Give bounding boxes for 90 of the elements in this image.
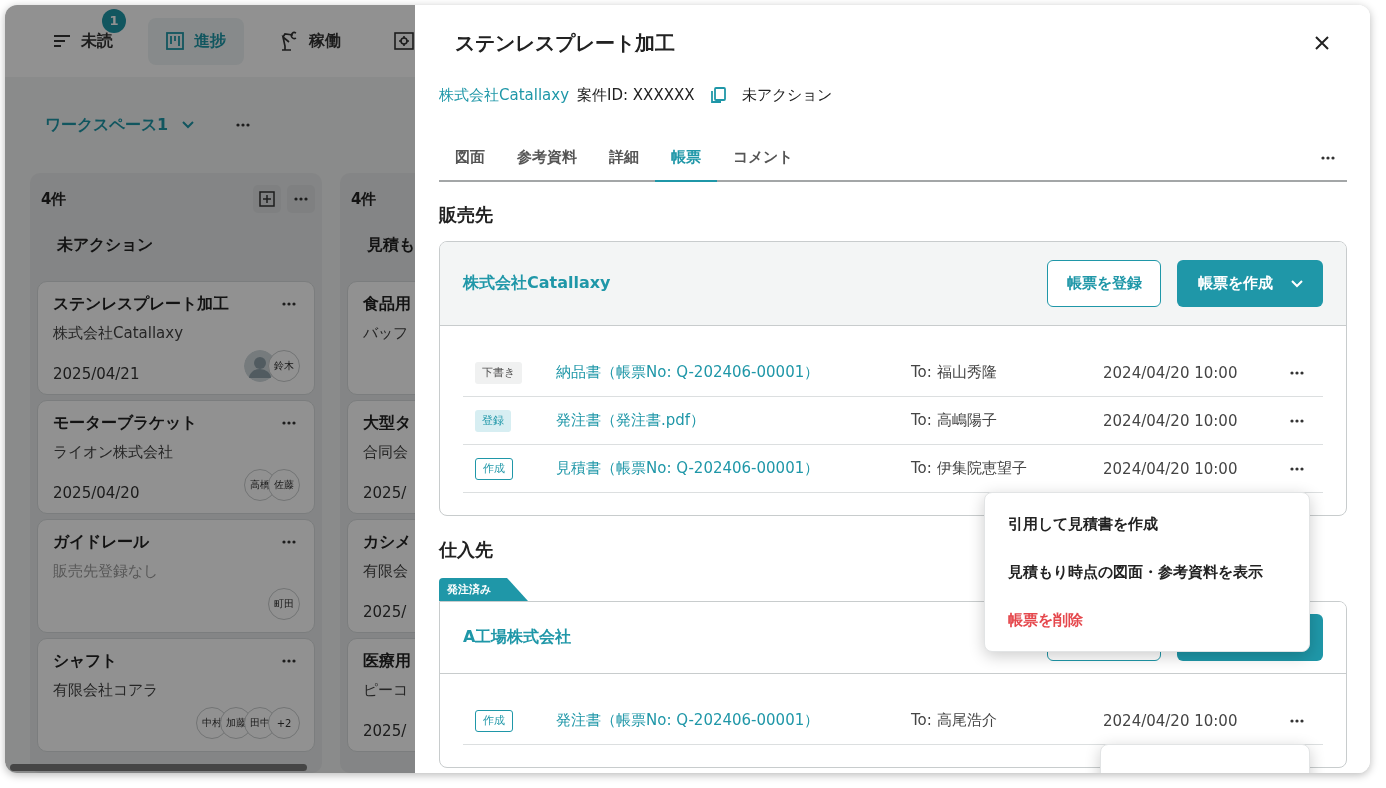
more-icon: [1290, 718, 1304, 723]
project-card[interactable]: モーターブラケット ライオン株式会社 2025/04/20 高橋 佐藤: [37, 400, 315, 514]
card-title: モーターブラケット: [53, 412, 197, 434]
document-date: 2024/04/20 10:00: [1103, 459, 1239, 478]
menu-item[interactable]: 帳票を削除: [985, 596, 1309, 644]
customer-name: 有限会社コアラ: [53, 679, 159, 701]
card-title: シャフト: [53, 650, 117, 672]
card-title: 大型タ: [363, 412, 411, 434]
close-icon: [1315, 36, 1329, 50]
tab[interactable]: 詳細: [593, 135, 655, 182]
more-icon: [294, 197, 308, 201]
more-icon: [282, 302, 296, 306]
due-date: 2025/: [363, 602, 407, 622]
project-card[interactable]: ステンレスプレート加工 株式会社Catallaxy 2025/04/21 鈴木: [37, 281, 315, 395]
tab[interactable]: 図面: [439, 135, 501, 182]
company-name: A工場株式会社: [463, 627, 573, 648]
card-count: 4件: [41, 189, 68, 209]
more-icon: [236, 123, 251, 127]
document-date: 2024/04/20 10:00: [1103, 363, 1239, 382]
board-icon: [166, 32, 184, 50]
avatar: 鈴木: [268, 350, 300, 382]
recipient: To: 伊集院恵望子: [911, 459, 1028, 478]
document-link[interactable]: 納品書（帳票No: Q-202406-00001）: [556, 363, 911, 382]
company-link[interactable]: 株式会社Catallaxy: [439, 85, 570, 105]
add-icon: [259, 191, 275, 207]
card-title: カシメ: [363, 531, 411, 553]
recipient: To: 高尾浩介: [911, 711, 998, 730]
more-icon: [282, 421, 296, 425]
register-button[interactable]: 帳票を登録: [1047, 260, 1161, 307]
avatar: 町田: [268, 588, 300, 620]
more-icon: [1290, 418, 1304, 423]
more-icon: [282, 659, 296, 663]
tab[interactable]: コメント: [717, 135, 809, 182]
status-ribbon: 発注済み: [439, 578, 528, 601]
customer-name: 有限会: [363, 560, 409, 582]
more-icon: [282, 540, 296, 544]
nav-tab[interactable]: 稼働: [261, 17, 359, 65]
document-link[interactable]: 発注書（発注書.pdf）: [556, 411, 911, 430]
document-tag: 作成: [475, 457, 513, 480]
chevron-down-icon: [1290, 279, 1303, 288]
more-icon: [1290, 466, 1304, 471]
section-title: 仕入先: [439, 538, 494, 562]
column-title: 未アクション: [56, 233, 154, 256]
document-tag: 作成: [475, 709, 513, 732]
document-tag: 登録: [475, 409, 511, 432]
scrollbar[interactable]: [10, 764, 307, 771]
due-date: 2025/: [363, 721, 407, 741]
document-link[interactable]: 見積書（帳票No: Q-202406-00001）: [556, 459, 911, 478]
customer-name: ライオン株式会社: [53, 441, 174, 463]
card-title: 食品用: [363, 293, 411, 315]
customer-name: 合同会: [363, 441, 409, 463]
add-button[interactable]: [253, 185, 281, 213]
customer-name: バッフ: [363, 322, 409, 344]
document-date: 2024/04/20 10:00: [1103, 711, 1239, 730]
card-title: 医療用: [363, 650, 411, 672]
recipient: To: 高嶋陽子: [911, 411, 998, 430]
document-tag: 下書き: [475, 361, 522, 384]
card-title: ステンレスプレート加工: [53, 293, 229, 315]
customer-name: ピーコ: [363, 679, 409, 701]
company-name: 株式会社Catallaxy: [463, 273, 612, 294]
customer-name: 株式会社Catallaxy: [53, 322, 185, 344]
avatar: 佐藤: [268, 469, 300, 501]
project-card[interactable]: シャフト 有限会社コアラ 中村 加藤 田中 +2: [37, 638, 315, 752]
gear-icon: [394, 32, 414, 50]
avatar: +2: [268, 707, 300, 739]
due-date: 2025/04/20: [53, 483, 140, 503]
due-date: 2025/: [363, 483, 407, 503]
chevron-down-icon: [182, 121, 195, 129]
document-date: 2024/04/20 10:00: [1103, 411, 1239, 430]
menu-item[interactable]: 見積もり時点の図面・参考資料を表示: [985, 548, 1309, 596]
drawer-title: ステンレスプレート加工: [455, 29, 675, 57]
card-title: ガイドレール: [53, 531, 149, 553]
robot-arm-icon: [279, 31, 299, 51]
column-title: 見積も: [366, 233, 416, 256]
tab[interactable]: 帳票: [655, 135, 717, 182]
unread-badge: 1: [102, 8, 126, 33]
tab[interactable]: 参考資料: [501, 135, 593, 182]
case-id: 案件ID: XXXXXX: [577, 85, 695, 105]
more-icon: [1321, 155, 1335, 160]
recipient: To: 福山秀隆: [911, 363, 998, 382]
more-icon: [1290, 370, 1304, 375]
due-date: 2025/04/21: [53, 364, 140, 384]
section-title: 販売先: [439, 203, 494, 227]
create-button[interactable]: 帳票を作成: [1177, 260, 1323, 307]
copy-icon: [710, 86, 727, 104]
list-icon: [53, 34, 71, 48]
status-label: 未アクション: [742, 85, 833, 105]
menu-item[interactable]: 引用して見積書を作成: [985, 500, 1309, 548]
document-link[interactable]: 発注書（帳票No: Q-202406-00001）: [556, 711, 911, 730]
card-count: 4件: [351, 189, 378, 209]
